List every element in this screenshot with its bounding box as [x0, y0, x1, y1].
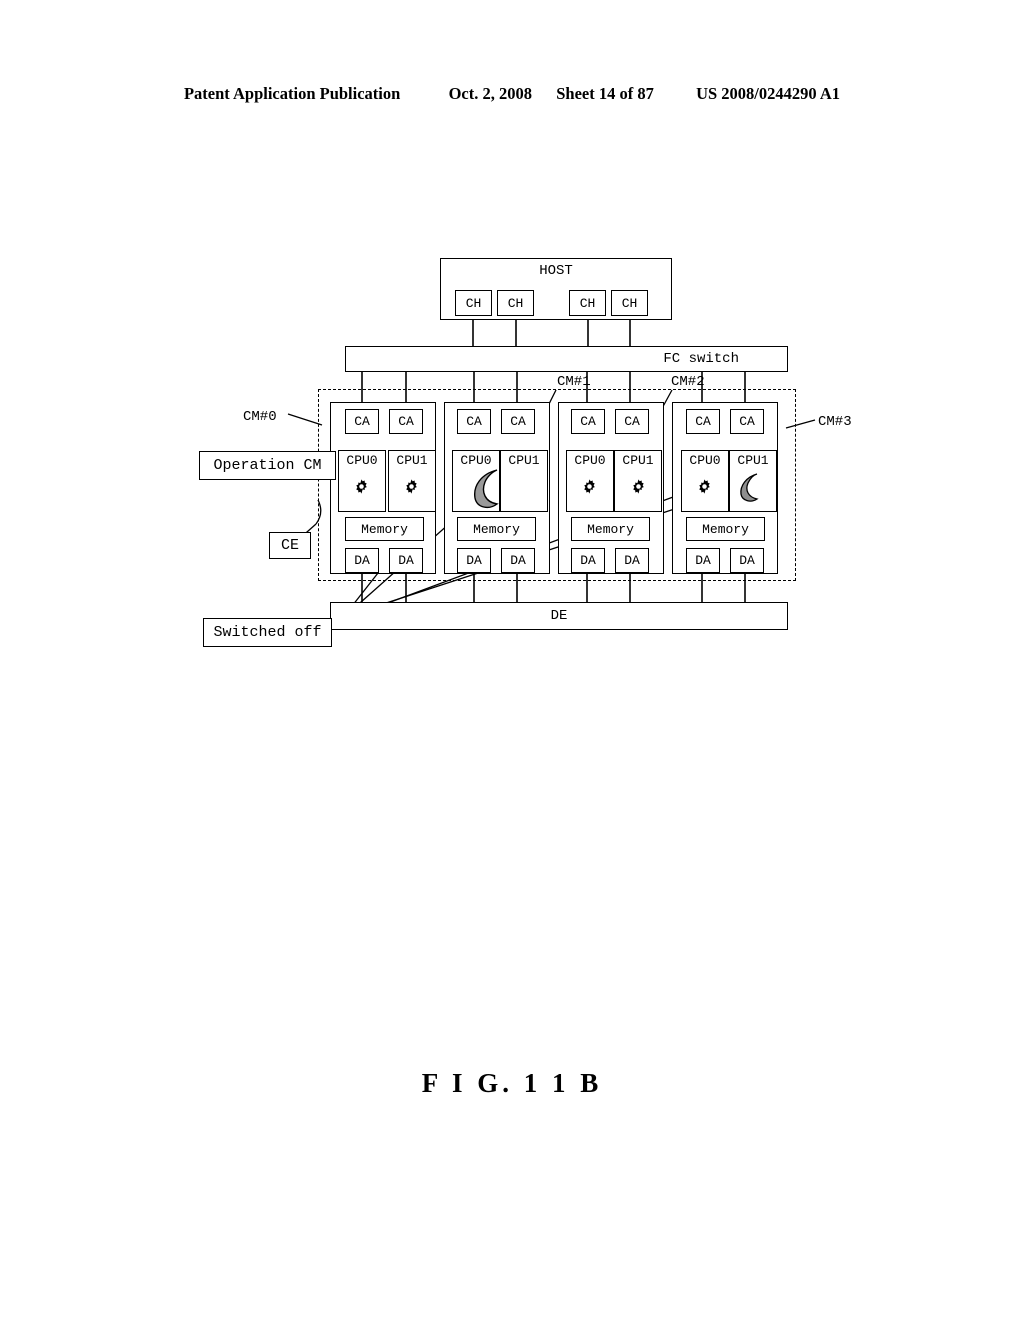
cm2-cpu0-gear-icon [581, 478, 598, 495]
cm0-da-0: DA [345, 548, 379, 573]
cm2-cpu0-label: CPU0 [574, 453, 606, 468]
cm1-cpu1-label: CPU1 [508, 453, 540, 468]
cm2-da-1: DA [615, 548, 649, 573]
cm1-cpu0-label: CPU0 [460, 453, 492, 468]
cm0-ca-0: CA [345, 409, 379, 434]
cm0-cpu1-label: CPU1 [396, 453, 428, 468]
figure-caption: F I G. 1 1 B [421, 1068, 603, 1098]
cm0-ca-1: CA [389, 409, 423, 434]
cm0-memory: Memory [345, 517, 424, 541]
cm2-ca-1: CA [615, 409, 649, 434]
cm2-cpu1-gear-icon [630, 478, 647, 495]
cm1-ca-0: CA [457, 409, 491, 434]
cm3-tag: CM#3 [818, 414, 852, 430]
figure-diagram: HOST CH CH CH CH FC switch CA CA CPU0 CP… [0, 0, 1024, 1320]
ce-callout: CE [269, 532, 311, 559]
cm3-da-1: DA [730, 548, 764, 573]
diagram-connectors [287, 320, 816, 630]
cm2-memory: Memory [571, 517, 650, 541]
cm1-tag: CM#1 [557, 374, 591, 390]
host-title: HOST [539, 263, 573, 279]
cm1-da-0: DA [457, 548, 491, 573]
cm1-memory: Memory [457, 517, 536, 541]
cm3-ca-0: CA [686, 409, 720, 434]
switched-off-callout: Switched off [203, 618, 332, 647]
cm0-tag: CM#0 [243, 409, 277, 425]
de-label: DE [550, 608, 568, 624]
cm3-ca-1: CA [730, 409, 764, 434]
cm1-ca-1: CA [501, 409, 535, 434]
cm0-cpu1-gear-icon [403, 478, 420, 495]
cm3-cpu0-gear-icon [696, 478, 713, 495]
cm3-cpu1-moon-icon [738, 473, 762, 508]
host-channel-1: CH [497, 290, 534, 316]
cm1-da-1: DA [501, 548, 535, 573]
host-channel-2: CH [569, 290, 606, 316]
host-channel-0: CH [455, 290, 492, 316]
cm3-cpu1-label: CPU1 [737, 453, 769, 468]
de-block: DE [330, 602, 788, 630]
fc-switch-label: FC switch [663, 351, 739, 367]
cm0-cpu0-gear-icon [353, 478, 370, 495]
cm0-da-1: DA [389, 548, 423, 573]
cm2-ca-0: CA [571, 409, 605, 434]
operation-cm-callout: Operation CM [199, 451, 336, 480]
cm3-cpu0-label: CPU0 [689, 453, 721, 468]
host-channel-3: CH [611, 290, 648, 316]
fc-switch-block: FC switch [345, 346, 788, 372]
cm2-cpu1-label: CPU1 [622, 453, 654, 468]
cm1-cpu0-moon-icon [471, 468, 505, 515]
cm1-cpu-1: CPU1 [500, 450, 548, 512]
cm3-memory: Memory [686, 517, 765, 541]
cm2-tag: CM#2 [671, 374, 705, 390]
cm2-da-0: DA [571, 548, 605, 573]
cm3-da-0: DA [686, 548, 720, 573]
cm0-cpu0-label: CPU0 [346, 453, 378, 468]
